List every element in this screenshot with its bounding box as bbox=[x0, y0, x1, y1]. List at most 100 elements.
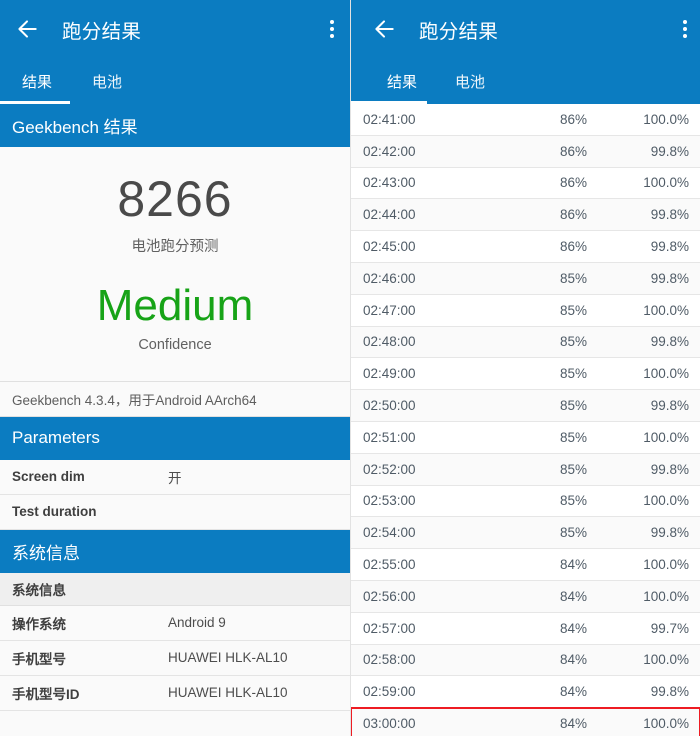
cell-charge: 84% bbox=[559, 652, 587, 668]
table-row[interactable]: 03:00:00 84% 100.0% bbox=[351, 707, 700, 736]
tab-battery[interactable]: 电池 bbox=[455, 71, 485, 92]
more-vertical-icon[interactable] bbox=[330, 17, 334, 41]
section-header-system-info: 系统信息 bbox=[0, 529, 350, 573]
cell-time: 02:43:00 bbox=[363, 175, 416, 191]
table-row[interactable]: 02:49:00 85% 100.0% bbox=[351, 358, 700, 391]
cell-charge: 86% bbox=[559, 175, 587, 191]
cell-relative: 99.8% bbox=[650, 207, 689, 223]
cell-time: 02:54:00 bbox=[363, 525, 416, 541]
cell-charge: 84% bbox=[559, 620, 587, 636]
cell-relative: 99.8% bbox=[650, 239, 689, 255]
cell-time: 02:48:00 bbox=[363, 334, 416, 350]
right-panel-battery-log: 跑分结果 结果 电池 02:41:00 86% 100.0% 02:42:00 86% 9… bbox=[350, 0, 700, 736]
table-row[interactable]: 02:48:00 85% 99.8% bbox=[351, 326, 700, 359]
cell-charge: 85% bbox=[559, 366, 587, 382]
cell-charge: 85% bbox=[559, 461, 587, 477]
battery-log-table[interactable]: 02:41:00 86% 100.0% 02:42:00 86% 99.8% 02:43:0… bbox=[351, 104, 700, 736]
cell-time: 02:50:00 bbox=[363, 398, 416, 414]
cell-relative: 99.8% bbox=[650, 461, 689, 477]
dot bbox=[330, 34, 334, 38]
geekbench-version-line: Geekbench 4.3.4，用于Android AArch64 bbox=[0, 380, 350, 417]
cell-relative: 100.0% bbox=[643, 366, 689, 382]
cell-time: 03:00:00 bbox=[363, 716, 416, 732]
cell-time: 02:51:00 bbox=[363, 429, 416, 445]
cell-relative: 100.0% bbox=[643, 302, 689, 318]
table-row[interactable]: 02:43:00 86% 100.0% bbox=[351, 167, 700, 200]
row-key: 操作系统 bbox=[12, 616, 66, 632]
table-row[interactable]: 02:54:00 85% 99.8% bbox=[351, 517, 700, 550]
row-key: Test duration bbox=[12, 504, 97, 520]
table-row[interactable]: 02:59:00 84% 99.8% bbox=[351, 676, 700, 709]
cell-charge: 85% bbox=[559, 398, 587, 414]
table-row[interactable]: 02:51:00 85% 100.0% bbox=[351, 421, 700, 454]
table-row[interactable]: Screen dim 开 bbox=[0, 459, 350, 495]
cell-relative: 100.0% bbox=[643, 588, 689, 604]
dot bbox=[683, 27, 687, 31]
more-vertical-icon[interactable] bbox=[683, 17, 687, 41]
cell-charge: 84% bbox=[559, 716, 587, 732]
table-row[interactable]: 02:52:00 85% 99.8% bbox=[351, 453, 700, 486]
cell-charge: 85% bbox=[559, 493, 587, 509]
arrow-left-icon[interactable] bbox=[371, 16, 397, 42]
cell-time: 02:47:00 bbox=[363, 302, 416, 318]
cell-time: 02:57:00 bbox=[363, 620, 416, 636]
table-row[interactable]: 02:46:00 85% 99.8% bbox=[351, 262, 700, 295]
cell-charge: 85% bbox=[559, 270, 587, 286]
cell-time: 02:58:00 bbox=[363, 652, 416, 668]
dot bbox=[330, 27, 334, 31]
table-row[interactable]: 02:58:00 84% 100.0% bbox=[351, 644, 700, 677]
section-header-parameters: Parameters bbox=[0, 416, 350, 460]
cell-charge: 86% bbox=[559, 207, 587, 223]
cell-relative: 99.8% bbox=[650, 684, 689, 700]
cell-charge: 86% bbox=[559, 111, 587, 127]
cell-time: 02:41:00 bbox=[363, 111, 416, 127]
dot bbox=[330, 20, 334, 24]
right-app-bar: 跑分结果 bbox=[351, 0, 700, 58]
row-value: 开 bbox=[168, 470, 182, 486]
tab-results[interactable]: 结果 bbox=[22, 71, 52, 92]
score-block: 8266 电池跑分预测 Medium Confidence bbox=[0, 147, 350, 381]
cell-charge: 86% bbox=[559, 239, 587, 255]
table-row[interactable]: 02:57:00 84% 99.7% bbox=[351, 612, 700, 645]
table-row[interactable]: 02:44:00 86% 99.8% bbox=[351, 199, 700, 232]
cell-time: 02:45:00 bbox=[363, 239, 416, 255]
battery-score-caption: 电池跑分预测 bbox=[131, 238, 219, 255]
battery-score-value: 8266 bbox=[117, 171, 233, 227]
confidence-caption: Confidence bbox=[138, 336, 212, 353]
table-row[interactable]: 02:47:00 85% 100.0% bbox=[351, 294, 700, 327]
table-row[interactable]: 手机型号 HUAWEI HLK-AL10 bbox=[0, 640, 350, 676]
left-panel-results: 跑分结果 结果 电池 Geekbench 结果 8266 电池跑分预测 Medi… bbox=[0, 0, 350, 736]
row-key: Screen dim bbox=[12, 469, 85, 485]
cell-relative: 100.0% bbox=[643, 716, 689, 732]
table-row[interactable]: 02:56:00 84% 100.0% bbox=[351, 580, 700, 613]
subheader-system-info: 系统信息 bbox=[0, 572, 350, 606]
table-row[interactable]: 02:50:00 85% 99.8% bbox=[351, 390, 700, 422]
table-row[interactable]: 02:55:00 84% 100.0% bbox=[351, 549, 700, 581]
dot bbox=[683, 20, 687, 24]
row-value: HUAWEI HLK-AL10 bbox=[168, 650, 288, 666]
table-row[interactable]: 手机型号ID HUAWEI HLK-AL10 bbox=[0, 675, 350, 711]
dot bbox=[683, 34, 687, 38]
row-key: 手机型号 bbox=[12, 651, 66, 667]
tab-results[interactable]: 结果 bbox=[387, 71, 417, 92]
row-key: 手机型号ID bbox=[12, 686, 80, 702]
cell-relative: 99.8% bbox=[650, 398, 689, 414]
table-row[interactable]: Test duration bbox=[0, 494, 350, 530]
right-tab-bar: 结果 电池 bbox=[351, 58, 700, 104]
table-row[interactable]: 02:41:00 86% 100.0% bbox=[351, 104, 700, 136]
tab-battery[interactable]: 电池 bbox=[92, 71, 122, 92]
cell-relative: 100.0% bbox=[643, 557, 689, 573]
left-page-title: 跑分结果 bbox=[62, 20, 142, 43]
arrow-left-icon[interactable] bbox=[14, 16, 40, 42]
cell-charge: 85% bbox=[559, 429, 587, 445]
table-row[interactable]: 02:45:00 86% 99.8% bbox=[351, 231, 700, 263]
cell-relative: 99.8% bbox=[650, 525, 689, 541]
table-row[interactable]: 操作系统 Android 9 bbox=[0, 605, 350, 641]
cell-time: 02:53:00 bbox=[363, 493, 416, 509]
right-page-title: 跑分结果 bbox=[419, 20, 499, 43]
cell-time: 02:59:00 bbox=[363, 684, 416, 700]
cell-time: 02:42:00 bbox=[363, 143, 416, 159]
table-row[interactable]: 02:42:00 86% 99.8% bbox=[351, 135, 700, 168]
cell-charge: 84% bbox=[559, 557, 587, 573]
table-row[interactable]: 02:53:00 85% 100.0% bbox=[351, 485, 700, 518]
